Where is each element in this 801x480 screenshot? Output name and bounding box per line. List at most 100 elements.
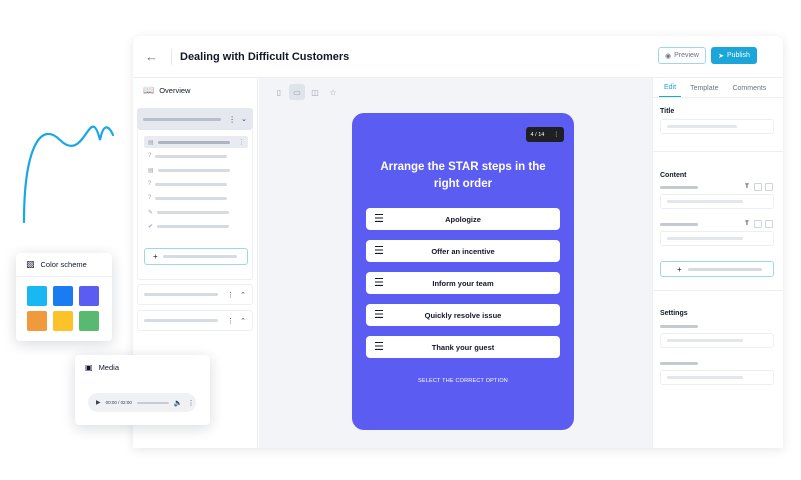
slide-title-placeholder bbox=[157, 210, 230, 214]
slide-item[interactable]: ✔ bbox=[144, 220, 248, 232]
text-format-icon[interactable]: T bbox=[743, 220, 751, 228]
slide-item[interactable]: ? bbox=[144, 178, 248, 190]
mobile-view-icon[interactable]: ▯ bbox=[271, 84, 287, 100]
tablet-view-icon[interactable]: ▭ bbox=[289, 84, 305, 100]
slide-title-placeholder bbox=[157, 224, 230, 228]
play-icon[interactable]: ▶ bbox=[96, 399, 101, 406]
media-embed-icon[interactable] bbox=[765, 183, 773, 191]
media-card: ▣ Media ▶ 00:00 / 02:00 🔈 ⋮ bbox=[75, 355, 210, 425]
audio-player: ▶ 00:00 / 02:00 🔈 ⋮ bbox=[88, 393, 196, 412]
slide-title-placeholder bbox=[155, 182, 228, 186]
color-swatch[interactable] bbox=[27, 311, 47, 331]
drag-handle-icon[interactable]: ☰ bbox=[366, 341, 386, 353]
slide-item[interactable]: ? bbox=[144, 192, 248, 204]
drag-handle-icon[interactable]: ☰ bbox=[366, 213, 386, 225]
overview-label: Overview bbox=[159, 85, 191, 95]
slide-counter-text: 4 / 14 bbox=[530, 131, 545, 138]
section-title-placeholder bbox=[143, 117, 221, 121]
option-label: Thank your guest bbox=[431, 342, 495, 352]
color-swatch[interactable] bbox=[53, 311, 73, 331]
eye-icon: ◉ bbox=[664, 52, 672, 60]
sortable-option[interactable]: ☰ Offer an incentive bbox=[366, 240, 560, 262]
section-header-collapsed[interactable]: ⋮ ⌃ bbox=[137, 284, 253, 305]
drag-handle-icon[interactable]: ☰ bbox=[366, 245, 386, 257]
more-options-icon[interactable]: ⋮ bbox=[238, 138, 245, 146]
settings-input-placeholder bbox=[667, 339, 743, 342]
text-format-icon[interactable]: T bbox=[743, 183, 751, 191]
field-label-placeholder bbox=[660, 223, 698, 226]
publish-label: Publish bbox=[726, 52, 750, 59]
more-options-icon[interactable]: ⋮ bbox=[227, 291, 234, 299]
publish-button[interactable]: ➤ Publish bbox=[711, 47, 757, 64]
volume-icon[interactable]: 🔈 bbox=[174, 399, 183, 407]
back-arrow-icon[interactable]: ← bbox=[145, 49, 167, 64]
plus-icon: + bbox=[677, 264, 682, 274]
color-swatch[interactable] bbox=[79, 311, 99, 331]
sortable-option[interactable]: ☰ Inform your team bbox=[366, 272, 560, 294]
slide-counter[interactable]: 4 / 14 ⋮ bbox=[526, 127, 564, 142]
drag-handle-icon[interactable]: ☰ bbox=[366, 277, 386, 289]
tab-comments[interactable]: Comments bbox=[727, 85, 771, 97]
color-swatch[interactable] bbox=[79, 286, 99, 306]
content-input[interactable] bbox=[660, 231, 774, 246]
pencil-icon: ✎ bbox=[148, 209, 154, 216]
settings-input[interactable] bbox=[660, 333, 774, 348]
add-slide-placeholder bbox=[162, 255, 237, 258]
sortable-option[interactable]: ☰ Quickly resolve issue bbox=[366, 304, 560, 326]
instruction-text: SELECT THE CORRECT OPTION bbox=[418, 378, 508, 384]
section-title-placeholder bbox=[144, 293, 218, 296]
more-options-icon[interactable]: ⋮ bbox=[227, 317, 234, 325]
slide-icon: ▤ bbox=[148, 139, 154, 146]
audio-time: 00:00 / 02:00 bbox=[105, 400, 132, 405]
panel-tabs: Edit Template Comments bbox=[653, 78, 783, 98]
sortable-option[interactable]: ☰ Thank your guest bbox=[366, 336, 560, 358]
chevron-up-icon[interactable]: ⌃ bbox=[240, 291, 246, 299]
settings-input[interactable] bbox=[660, 370, 774, 385]
editor-window: ← Dealing with Difficult Customers ◉ Pre… bbox=[133, 36, 783, 448]
more-options-icon[interactable]: ⋮ bbox=[553, 131, 559, 138]
field-label-placeholder bbox=[660, 362, 698, 365]
slide-item[interactable]: ▤ ⋮ bbox=[144, 136, 248, 148]
star-icon[interactable]: ☆ bbox=[325, 84, 341, 100]
section-header-collapsed[interactable]: ⋮ ⌃ bbox=[137, 310, 253, 331]
add-slide-button[interactable]: + bbox=[144, 248, 248, 265]
section-header-expanded[interactable]: ⋮ ⌄ bbox=[137, 108, 253, 130]
title-input[interactable] bbox=[660, 119, 774, 134]
color-swatch[interactable] bbox=[53, 286, 73, 306]
add-content-button[interactable]: + bbox=[660, 261, 774, 277]
slide-item[interactable]: ✎ bbox=[144, 206, 248, 218]
color-swatch[interactable] bbox=[27, 286, 47, 306]
overview-header[interactable]: 📖 Overview bbox=[133, 78, 257, 102]
slide-item[interactable]: ? bbox=[144, 150, 248, 162]
chevron-up-icon[interactable]: ⌃ bbox=[240, 317, 246, 325]
media-embed-icon[interactable] bbox=[765, 220, 773, 228]
question-icon: ? bbox=[148, 181, 152, 187]
option-label: Quickly resolve issue bbox=[424, 310, 502, 320]
sortable-option[interactable]: ☰ Apologize bbox=[366, 208, 560, 230]
color-scheme-header: ▧ Color scheme bbox=[16, 253, 112, 277]
desktop-view-icon[interactable]: ◫ bbox=[307, 84, 323, 100]
media-title: Media bbox=[98, 362, 119, 372]
format-tools: T bbox=[743, 220, 773, 228]
content-input-placeholder bbox=[667, 237, 743, 240]
settings-section-label: Settings bbox=[660, 310, 688, 317]
drag-handle-icon[interactable]: ☰ bbox=[366, 309, 386, 321]
tab-template[interactable]: Template bbox=[685, 85, 723, 97]
section-body: ▤ ⋮ ? ▤ ? ? ✎ ✔ + bbox=[137, 130, 253, 280]
slide-item[interactable]: ▤ bbox=[144, 164, 248, 176]
more-options-icon[interactable]: ⋮ bbox=[188, 399, 195, 407]
slide-title-placeholder bbox=[157, 168, 230, 172]
preview-button[interactable]: ◉ Preview bbox=[658, 47, 706, 64]
properties-panel: Edit Template Comments Title Content T T bbox=[652, 78, 783, 448]
image-icon[interactable] bbox=[754, 183, 762, 191]
divider bbox=[653, 290, 783, 291]
divider bbox=[653, 151, 783, 152]
check-circle-icon: ✔ bbox=[148, 223, 154, 230]
content-input[interactable] bbox=[660, 194, 774, 209]
add-content-placeholder bbox=[687, 267, 762, 271]
more-options-icon[interactable]: ⋮ bbox=[228, 115, 236, 124]
tab-edit[interactable]: Edit bbox=[659, 84, 682, 97]
image-icon[interactable] bbox=[754, 220, 762, 228]
audio-progress-track[interactable] bbox=[136, 401, 169, 404]
chevron-down-icon[interactable]: ⌄ bbox=[241, 115, 247, 123]
